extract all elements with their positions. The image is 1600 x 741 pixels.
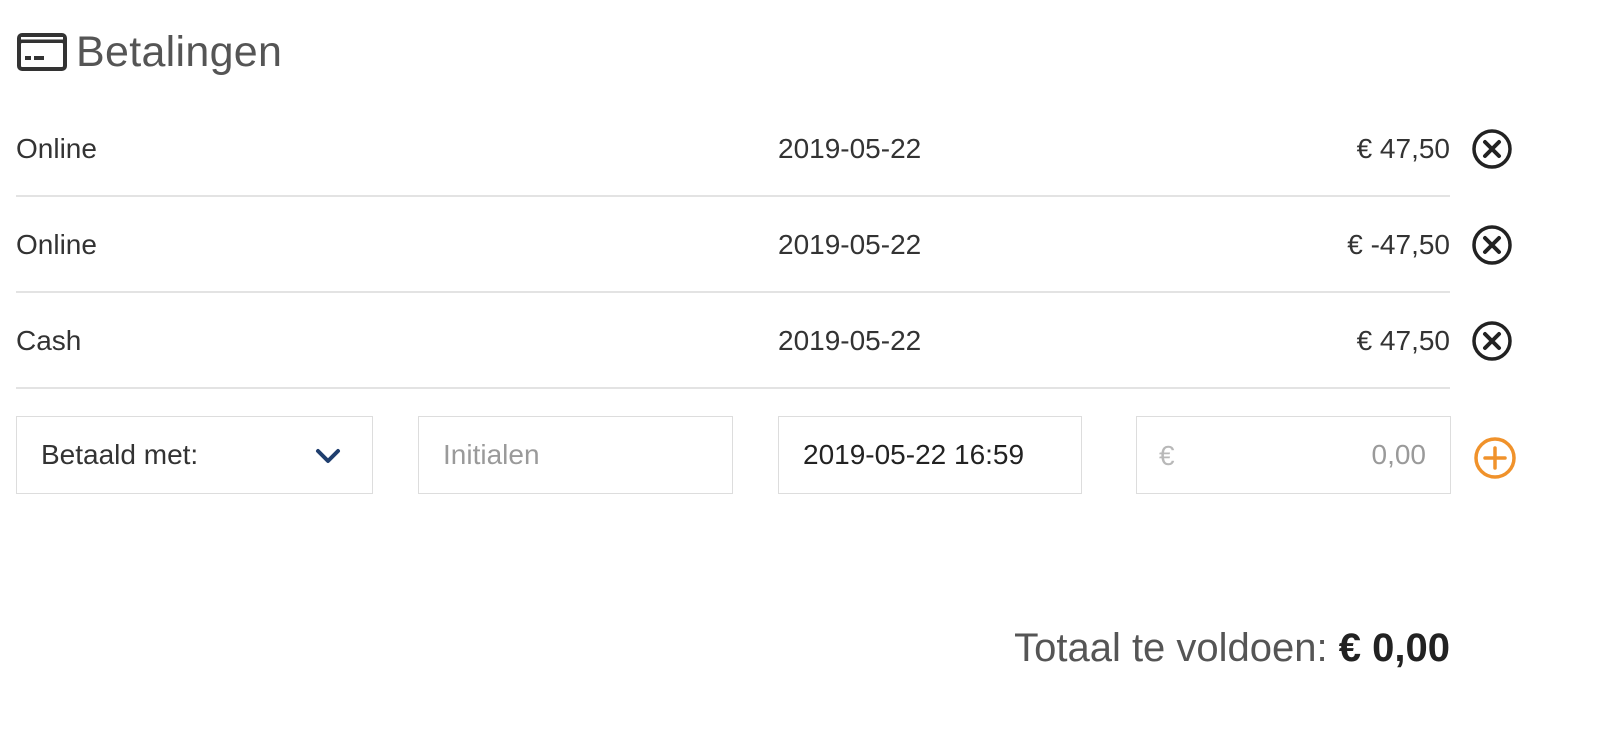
payment-method: Cash [16, 325, 82, 356]
payment-date: 2019-05-22 [778, 229, 922, 260]
payment-row: Online 2019-05-22 € -47,50 [16, 197, 1600, 293]
currency-symbol: € [1159, 440, 1175, 471]
credit-card-icon [17, 33, 67, 71]
payment-amount: € 47,50 [1356, 325, 1450, 356]
payment-method-select-label: Betaald met: [41, 439, 199, 470]
total-due: Totaal te voldoen: € 0,00 [1014, 618, 1450, 678]
plus-circle-icon[interactable] [1472, 435, 1518, 481]
payment-row: Online 2019-05-22 € 47,50 [16, 101, 1600, 197]
datetime-input[interactable] [779, 417, 1081, 493]
payments-panel: Betalingen Online 2019-05-22 € 47,50 Onl… [0, 0, 1600, 741]
payment-amount: € 47,50 [1356, 133, 1450, 164]
payment-amount: € -47,50 [1347, 229, 1450, 260]
row-divider [16, 387, 1450, 389]
page-title: Betalingen [76, 27, 283, 76]
payment-date: 2019-05-22 [778, 133, 922, 164]
initials-input[interactable] [419, 417, 732, 493]
close-circle-icon[interactable] [1470, 127, 1514, 171]
total-value: € 0,00 [1338, 626, 1450, 670]
payment-method-select[interactable]: Betaald met: [16, 416, 373, 494]
new-payment-form: Betaald met: € [16, 416, 1600, 496]
close-circle-icon[interactable] [1470, 319, 1514, 363]
datetime-field [778, 416, 1082, 494]
close-circle-icon[interactable] [1470, 223, 1514, 267]
chevron-down-icon [316, 449, 340, 463]
payment-date: 2019-05-22 [778, 325, 922, 356]
initials-field [418, 416, 733, 494]
payments-header: Betalingen [16, 26, 282, 78]
payment-row: Cash 2019-05-22 € 47,50 [16, 293, 1600, 389]
total-label: Totaal te voldoen: [1014, 626, 1328, 670]
payment-method: Online [16, 229, 97, 260]
amount-field: € [1136, 416, 1451, 494]
payment-method: Online [16, 133, 97, 164]
amount-input[interactable] [1137, 417, 1450, 493]
